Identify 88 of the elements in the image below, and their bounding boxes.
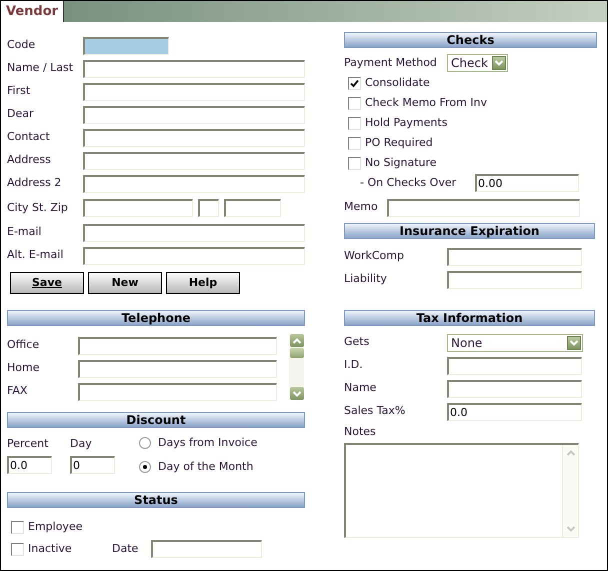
field-label: Alt. E-mail [7, 247, 64, 264]
field-label: Code [7, 37, 36, 54]
field-label: Memo [344, 199, 379, 216]
input-field[interactable] [78, 360, 277, 378]
checkbox[interactable] [348, 156, 361, 170]
checkbox-label: Consolidate [365, 74, 430, 91]
section-header: Status [7, 492, 305, 508]
dropdown[interactable]: None [447, 334, 583, 352]
field-label: Name [344, 380, 378, 396]
input-field[interactable] [198, 199, 219, 217]
field-label: Home [7, 360, 40, 376]
scroll-up-icon[interactable] [290, 334, 304, 347]
checkbox[interactable] [348, 76, 361, 90]
option-label: Days from Invoice [158, 435, 258, 451]
input-field[interactable] [83, 60, 305, 78]
input-field[interactable] [83, 246, 305, 264]
input-field[interactable]: 0 [70, 456, 115, 474]
checkbox[interactable] [348, 116, 361, 130]
field-label: I.D. [344, 357, 364, 374]
input-field[interactable] [83, 36, 169, 54]
input-field[interactable]: 0.0 [7, 456, 52, 474]
dropdown[interactable]: Check [447, 54, 508, 72]
checkbox-label: No Signature [365, 154, 437, 171]
checkbox-label: Check Memo From Inv [365, 94, 488, 111]
checkbox[interactable] [348, 136, 361, 150]
checkbox-label: Hold Payments [365, 114, 448, 131]
field-label: - On Checks Over [360, 174, 458, 191]
chevron-down-icon [492, 56, 506, 70]
section-header: Insurance Expiration [344, 223, 595, 239]
input-field[interactable] [83, 174, 305, 192]
field-label: Address 2 [7, 175, 62, 192]
field-label: Contact [7, 129, 51, 146]
field-label: Gets [344, 334, 370, 350]
notes-textarea[interactable] [344, 442, 579, 538]
field-label: Address [7, 152, 52, 168]
field-label: Notes [344, 424, 377, 440]
input-field[interactable] [83, 199, 193, 217]
input-field[interactable] [78, 382, 277, 400]
field-label: Payment Method [344, 54, 438, 71]
field-label: Liability [344, 271, 388, 288]
tab[interactable]: Vendor [1, 1, 64, 22]
input-field[interactable] [83, 128, 305, 146]
input-field[interactable] [151, 540, 262, 558]
input-field[interactable] [447, 356, 582, 374]
field-label: Name / Last [7, 60, 74, 76]
checkbox[interactable] [11, 542, 24, 556]
input-field[interactable] [447, 270, 582, 288]
field-label: First [7, 83, 32, 100]
input-field[interactable] [83, 106, 305, 124]
checkbox[interactable] [11, 520, 24, 534]
input-field[interactable] [447, 380, 582, 398]
field-label: Sales Tax% [344, 403, 406, 420]
field-label: Day [70, 436, 93, 452]
checkbox-label: PO Required [365, 134, 433, 151]
chevron-down-icon [567, 336, 581, 350]
field-label: Office [7, 337, 40, 354]
section-header: Tax Information [344, 310, 595, 326]
section-header: Checks [344, 32, 597, 48]
input-field[interactable] [83, 152, 305, 170]
input-field[interactable] [83, 224, 305, 242]
checkbox[interactable] [348, 96, 361, 110]
field-label: Date [112, 540, 140, 557]
form-button[interactable]: New [88, 272, 162, 294]
field-label: Dear [7, 106, 35, 122]
input-field[interactable] [387, 198, 580, 216]
field-label: E-mail [7, 224, 42, 240]
input-field[interactable] [447, 248, 582, 266]
field-label: FAX [7, 383, 28, 400]
field-label: WorkComp [344, 248, 405, 264]
radio-button[interactable] [139, 437, 151, 450]
input-field[interactable] [224, 199, 281, 217]
radio-button[interactable] [139, 460, 151, 473]
field-label: Percent [7, 436, 50, 452]
scrollbar[interactable] [289, 334, 304, 400]
checkbox-label: Inactive [28, 540, 73, 557]
input-field[interactable]: 0.0 [447, 402, 582, 420]
option-label: Day of the Month [158, 458, 254, 474]
scroll-down-icon[interactable] [290, 387, 304, 400]
form-button[interactable]: Save [10, 272, 84, 294]
scroll-thumb[interactable] [290, 348, 304, 358]
input-field[interactable] [83, 82, 305, 100]
section-header: Telephone [7, 310, 305, 326]
input-field[interactable]: 0.00 [475, 174, 579, 192]
checkbox-label: Employee [28, 518, 84, 535]
field-label: City St. Zip [7, 200, 69, 216]
input-field[interactable] [78, 336, 277, 354]
form-button[interactable]: Help [166, 272, 240, 294]
section-header: Discount [7, 412, 305, 428]
